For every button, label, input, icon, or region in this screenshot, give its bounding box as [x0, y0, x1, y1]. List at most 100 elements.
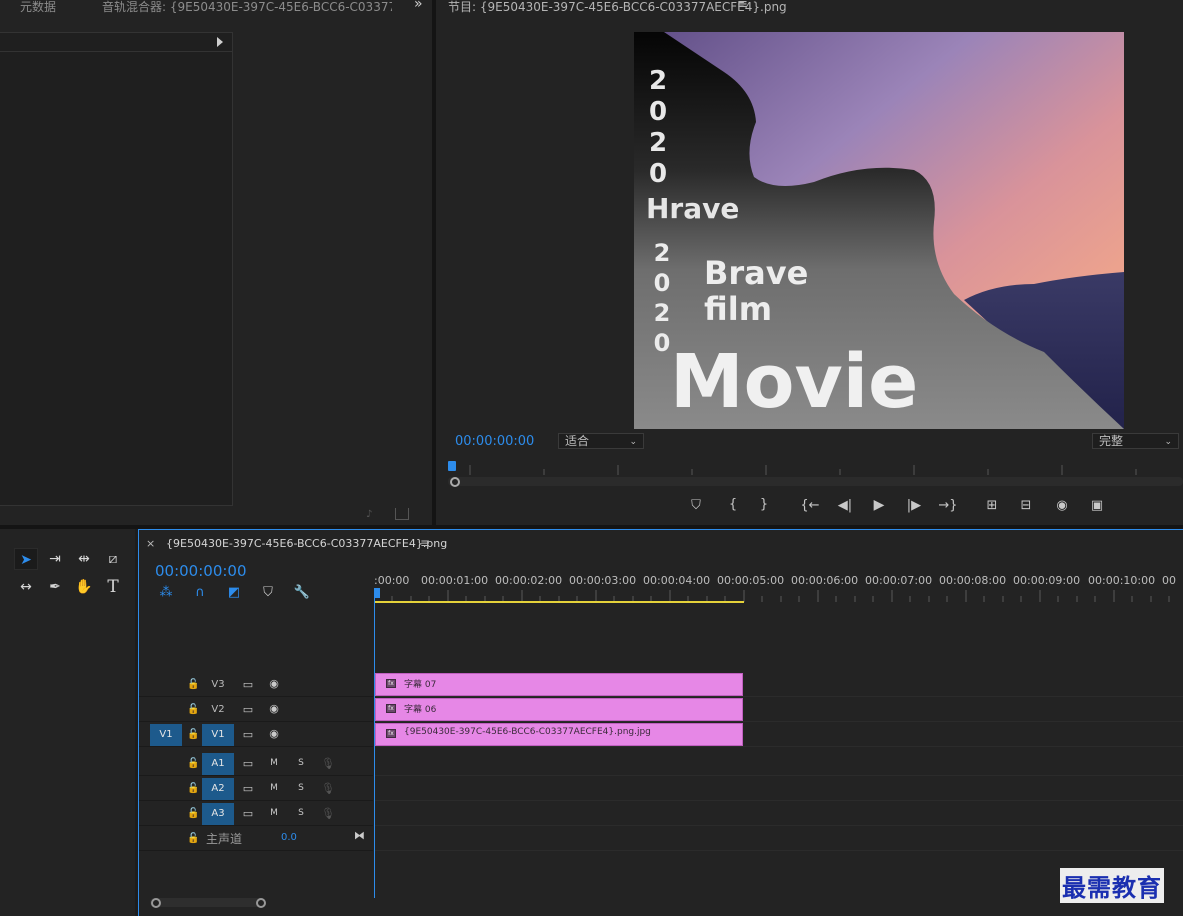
eye-icon[interactable]: ◉: [266, 677, 282, 690]
snap-icon[interactable]: ∩: [191, 585, 209, 601]
ruler-label: 00:00:04:00: [643, 574, 711, 587]
track-lane-master[interactable]: [374, 827, 1183, 851]
solo-button[interactable]: S: [293, 808, 309, 818]
program-playhead[interactable]: [448, 461, 456, 471]
microphone-icon[interactable]: 🎙: [320, 807, 336, 820]
sync-lock-icon[interactable]: ▭: [240, 807, 256, 820]
solo-button[interactable]: S: [293, 783, 309, 793]
lock-icon[interactable]: 🔓: [187, 704, 199, 715]
wrench-icon[interactable]: 🔧: [293, 585, 311, 601]
nest-icon[interactable]: ⁂: [157, 585, 175, 601]
play-icon[interactable]: ▶: [868, 498, 890, 514]
playhead-handle[interactable]: [374, 588, 380, 598]
lock-icon[interactable]: 🔓: [187, 679, 199, 690]
track-lane-a2[interactable]: [374, 777, 1183, 801]
sequence-timecode[interactable]: 00:00:00:00: [155, 562, 247, 580]
extract-icon[interactable]: ⊟: [1015, 499, 1037, 515]
mark-in-icon[interactable]: {: [722, 498, 744, 514]
mute-button[interactable]: M: [266, 808, 282, 818]
track-select-tool-icon[interactable]: ⇥: [43, 548, 67, 570]
tab-metadata[interactable]: 元数据: [20, 0, 56, 15]
step-forward-icon[interactable]: |▶: [903, 499, 925, 515]
scrollbar-handle[interactable]: [256, 898, 266, 908]
lock-icon[interactable]: 🔓: [187, 833, 199, 844]
scrollbar-handle[interactable]: [450, 477, 460, 487]
program-timecode[interactable]: 00:00:00:00: [455, 434, 534, 449]
sync-lock-icon[interactable]: ▭: [240, 703, 256, 716]
track-header-a3[interactable]: [139, 802, 373, 826]
playhead-line[interactable]: [374, 598, 375, 898]
master-volume-value[interactable]: 0.0: [281, 832, 297, 843]
eye-icon[interactable]: ◉: [266, 702, 282, 715]
track-name-v3[interactable]: V3: [202, 674, 234, 696]
lock-icon[interactable]: 🔓: [187, 758, 199, 769]
hand-tool-icon[interactable]: ✋: [72, 576, 96, 598]
clip-title-07[interactable]: fx 字幕 07: [375, 673, 743, 696]
marker-icon[interactable]: ⛉: [685, 499, 707, 515]
source-patch-v1[interactable]: V1: [150, 724, 182, 746]
clip-title-06[interactable]: fx 字幕 06: [375, 698, 743, 721]
sync-lock-icon[interactable]: ▭: [240, 782, 256, 795]
track-lane-a1[interactable]: [374, 752, 1183, 776]
mixer-play-icon[interactable]: [217, 37, 223, 47]
sync-lock-icon[interactable]: ▭: [240, 678, 256, 691]
pen-tool-icon[interactable]: ✒: [43, 576, 67, 598]
track-name-a1[interactable]: A1: [202, 753, 234, 775]
work-area-bar[interactable]: [375, 601, 744, 603]
track-header-master[interactable]: [139, 827, 373, 851]
microphone-icon[interactable]: 🎙: [320, 757, 336, 770]
track-header-v3[interactable]: [139, 673, 373, 697]
solo-button[interactable]: S: [293, 758, 309, 768]
export-audio-icon[interactable]: [395, 508, 409, 520]
mute-button[interactable]: M: [266, 758, 282, 768]
panel-menu-icon[interactable]: ≡: [420, 536, 430, 550]
sequence-tab[interactable]: {9E50430E-397C-45E6-BCC6-C03377AECFE4}.p…: [166, 537, 447, 550]
program-zoom-scrollbar[interactable]: [448, 477, 1183, 486]
track-header-v2[interactable]: [139, 698, 373, 722]
track-name-a3[interactable]: A3: [202, 803, 234, 825]
close-icon[interactable]: ×: [146, 537, 155, 550]
mark-out-icon[interactable]: }: [753, 498, 775, 514]
selection-tool-icon[interactable]: ➤: [14, 548, 38, 570]
frame-text-hrave: Hrave: [646, 192, 740, 225]
panel-overflow-icon[interactable]: »: [414, 0, 423, 12]
lift-icon[interactable]: ⊞: [981, 499, 1003, 515]
lock-icon[interactable]: 🔓: [187, 729, 199, 740]
loop-icon[interactable]: ♪: [366, 509, 380, 521]
tab-audio-mixer[interactable]: 音轨混合器: {9E50430E-397C-45E6-BCC6-C03377AE…: [102, 0, 392, 15]
sync-lock-icon[interactable]: ▭: [240, 728, 256, 741]
lock-icon[interactable]: 🔓: [187, 808, 199, 819]
linked-selection-icon[interactable]: ◩: [225, 585, 243, 601]
microphone-icon[interactable]: 🎙: [320, 782, 336, 795]
add-marker-icon[interactable]: ⛉: [259, 585, 277, 601]
multi-camera-icon[interactable]: ▣: [1086, 499, 1108, 515]
mute-button[interactable]: M: [266, 783, 282, 793]
go-to-out-icon[interactable]: →}: [937, 499, 959, 515]
track-name-v1[interactable]: V1: [202, 724, 234, 746]
eye-icon[interactable]: ◉: [266, 727, 282, 740]
track-name-a2[interactable]: A2: [202, 778, 234, 800]
timeline-zoom-scrollbar[interactable]: [150, 898, 265, 907]
sync-lock-icon[interactable]: ▭: [240, 757, 256, 770]
slip-tool-icon[interactable]: ↔: [14, 576, 38, 598]
razor-tool-icon[interactable]: ⧄: [101, 548, 125, 570]
go-to-end-icon[interactable]: ⧓: [354, 829, 365, 842]
track-header-a1[interactable]: [139, 752, 373, 776]
program-ruler[interactable]: [448, 461, 1183, 475]
track-name-v2[interactable]: V2: [202, 699, 234, 721]
clip-image[interactable]: fx {9E50430E-397C-45E6-BCC6-C03377AECFE4…: [375, 723, 743, 746]
track-header-a2[interactable]: [139, 777, 373, 801]
export-frame-icon[interactable]: ◉: [1051, 499, 1073, 515]
ripple-edit-tool-icon[interactable]: ⇹: [72, 548, 96, 570]
track-lane-a3[interactable]: [374, 802, 1183, 826]
ruler-label: 00: [1162, 574, 1176, 587]
quality-dropdown[interactable]: 完整 ⌄: [1092, 433, 1179, 449]
panel-menu-icon[interactable]: ≡: [737, 0, 748, 12]
step-back-icon[interactable]: ◀|: [834, 499, 856, 515]
type-tool-icon[interactable]: T: [101, 576, 125, 598]
zoom-dropdown[interactable]: 适合 ⌄: [558, 433, 644, 449]
program-monitor-title[interactable]: 节目: {9E50430E-397C-45E6-BCC6-C03377AECFE…: [448, 0, 787, 15]
lock-icon[interactable]: 🔓: [187, 783, 199, 794]
go-to-in-icon[interactable]: {←: [799, 499, 821, 515]
scrollbar-handle[interactable]: [151, 898, 161, 908]
